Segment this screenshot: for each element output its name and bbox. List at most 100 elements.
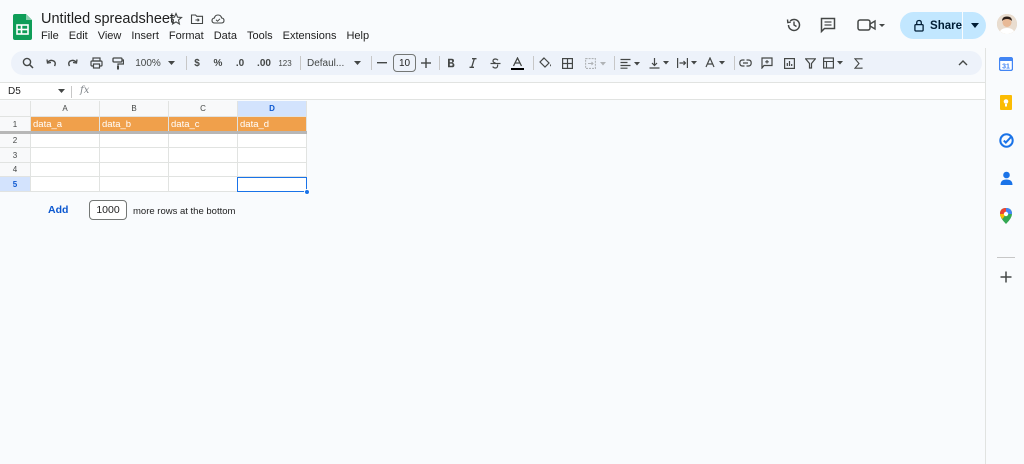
more-formats-button[interactable]: 123 <box>277 51 293 75</box>
decrease-font-size-icon[interactable] <box>375 51 389 75</box>
toolbar-divider <box>300 56 301 70</box>
redo-icon[interactable] <box>64 51 82 75</box>
format-currency-button[interactable]: $ <box>190 51 204 75</box>
cell-a5[interactable] <box>31 177 100 192</box>
collapse-toolbar-icon[interactable] <box>955 51 971 75</box>
increase-font-size-icon[interactable] <box>419 51 433 75</box>
borders-icon[interactable] <box>560 51 574 75</box>
text-rotation-icon[interactable] <box>703 51 729 75</box>
italic-icon[interactable] <box>466 51 480 75</box>
functions-icon[interactable] <box>851 51 865 75</box>
menu-view[interactable]: View <box>93 29 127 43</box>
cell-c3[interactable] <box>169 148 238 163</box>
version-history-icon[interactable] <box>783 14 805 36</box>
merge-cells-icon[interactable] <box>583 51 609 75</box>
meet-video-icon[interactable] <box>855 14 887 36</box>
cell-d4[interactable] <box>238 163 307 177</box>
active-cell-selection <box>237 177 307 192</box>
row-header-1[interactable]: 1 <box>0 117 31 132</box>
menu-edit[interactable]: Edit <box>64 29 93 43</box>
menu-insert[interactable]: Insert <box>126 29 164 43</box>
cell-c5[interactable] <box>169 177 238 192</box>
cell-c2[interactable] <box>169 134 238 148</box>
cell-b1[interactable]: data_b <box>100 117 169 132</box>
bold-icon[interactable] <box>444 51 458 75</box>
decrease-decimal-button[interactable]: .0 <box>231 51 249 75</box>
move-folder-icon[interactable] <box>190 12 204 26</box>
share-button[interactable]: Share <box>900 12 986 39</box>
share-label: Share <box>930 19 962 32</box>
vertical-align-icon[interactable] <box>647 51 673 75</box>
add-rows-button[interactable]: Add <box>48 204 68 216</box>
document-title[interactable]: Untitled spreadsheet <box>41 11 174 27</box>
avatar[interactable] <box>997 14 1017 34</box>
fill-handle[interactable] <box>304 189 310 195</box>
name-box[interactable]: D5 <box>8 86 21 97</box>
font-family-select[interactable]: Defaul... <box>307 51 365 75</box>
cell-b5[interactable] <box>100 177 169 192</box>
cell-a1[interactable]: data_a <box>31 117 100 132</box>
toolbar-divider <box>734 56 735 70</box>
add-rows-count-input[interactable]: 1000 <box>89 200 127 220</box>
select-all-corner[interactable] <box>0 101 31 117</box>
add-icon[interactable] <box>998 269 1014 285</box>
tasks-icon[interactable] <box>998 132 1014 148</box>
insert-comment-icon[interactable] <box>759 51 775 75</box>
cloud-saved-icon[interactable] <box>211 12 225 26</box>
increase-decimal-button[interactable]: .00 <box>254 51 274 75</box>
calendar-icon[interactable]: 31 <box>998 56 1014 72</box>
lock-icon <box>914 19 924 32</box>
name-box-dropdown-icon[interactable] <box>58 89 65 93</box>
row-header-2[interactable]: 2 <box>0 134 31 148</box>
text-color-icon[interactable] <box>509 51 525 75</box>
search-menus-icon[interactable] <box>19 51 37 75</box>
cell-c1[interactable]: data_c <box>169 117 238 132</box>
insert-chart-icon[interactable] <box>781 51 797 75</box>
row-header-5[interactable]: 5 <box>0 177 31 192</box>
fill-color-icon[interactable] <box>538 51 552 75</box>
print-icon[interactable] <box>87 51 105 75</box>
column-header-c[interactable]: C <box>169 101 238 117</box>
cell-d3[interactable] <box>238 148 307 163</box>
star-icon[interactable] <box>169 12 183 26</box>
insert-link-icon[interactable] <box>737 51 753 75</box>
format-percent-button[interactable]: % <box>211 51 225 75</box>
column-header-d[interactable]: D <box>238 101 307 117</box>
menu-format[interactable]: Format <box>164 29 209 43</box>
cell-a2[interactable] <box>31 134 100 148</box>
filter-views-icon[interactable] <box>821 51 847 75</box>
text-wrapping-icon[interactable] <box>675 51 701 75</box>
keep-icon[interactable] <box>998 94 1014 110</box>
row-header-3[interactable]: 3 <box>0 148 31 163</box>
cell-a3[interactable] <box>31 148 100 163</box>
maps-icon[interactable] <box>998 208 1014 224</box>
comments-icon[interactable] <box>817 14 839 36</box>
share-main-button[interactable]: Share <box>900 12 962 39</box>
undo-icon[interactable] <box>42 51 60 75</box>
horizontal-align-icon[interactable] <box>618 51 644 75</box>
cell-a4[interactable] <box>31 163 100 177</box>
row-header-4[interactable]: 4 <box>0 163 31 177</box>
cell-c4[interactable] <box>169 163 238 177</box>
cell-d2[interactable] <box>238 134 307 148</box>
column-header-b[interactable]: B <box>100 101 169 117</box>
cell-b4[interactable] <box>100 163 169 177</box>
menu-file[interactable]: File <box>36 29 64 43</box>
menu-data[interactable]: Data <box>209 29 242 43</box>
cell-d1[interactable]: data_d <box>238 117 307 132</box>
filter-icon[interactable] <box>802 51 818 75</box>
font-size-input[interactable]: 10 <box>393 54 416 72</box>
cell-b2[interactable] <box>100 134 169 148</box>
svg-text:31: 31 <box>1002 64 1010 71</box>
strikethrough-icon[interactable] <box>488 51 502 75</box>
sheets-logo-icon[interactable] <box>13 14 32 40</box>
menu-extensions[interactable]: Extensions <box>278 29 342 43</box>
menu-tools[interactable]: Tools <box>242 29 278 43</box>
share-dropdown-icon[interactable] <box>963 12 986 39</box>
column-header-a[interactable]: A <box>31 101 100 117</box>
contacts-icon[interactable] <box>998 170 1014 186</box>
cell-b3[interactable] <box>100 148 169 163</box>
zoom-select[interactable]: 100% <box>132 51 178 75</box>
menu-help[interactable]: Help <box>341 29 374 43</box>
paint-format-icon[interactable] <box>109 51 127 75</box>
